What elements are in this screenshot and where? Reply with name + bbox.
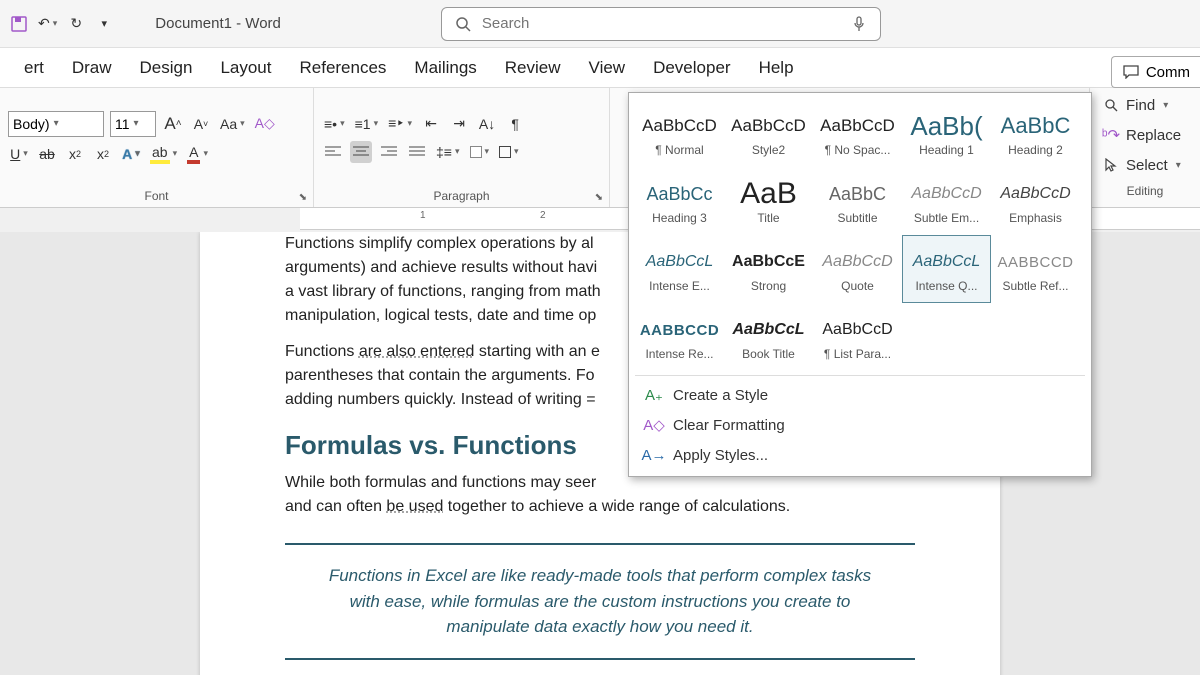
replace-icon: ᵇ↷ [1102,126,1120,144]
show-marks-button[interactable]: ¶ [504,113,526,135]
tab-layout[interactable]: Layout [206,50,285,86]
sort-button[interactable]: A↓ [476,113,498,135]
select-icon [1102,156,1120,174]
increase-indent-button[interactable]: ⇥ [448,113,470,135]
style-item-subtitle[interactable]: AaBbCSubtitle [813,167,902,235]
find-button[interactable]: Find [1102,92,1188,118]
style-item-strong[interactable]: AaBbCcEStrong [724,235,813,303]
font-size-combo[interactable]: 11 [110,111,156,137]
intense-quote[interactable]: Functions in Excel are like ready-made t… [285,543,915,660]
style-item-emphasis[interactable]: AaBbCcDEmphasis [991,167,1080,235]
styles-gallery: AaBbCcD¶ NormalAaBbCcDStyle2AaBbCcD¶ No … [628,92,1092,477]
style-item-style2[interactable]: AaBbCcDStyle2 [724,99,813,167]
borders-button[interactable] [497,141,521,163]
align-right-button[interactable] [378,141,400,163]
title-bar: ↶ ↻ ▾ Document1 - Word [0,0,1200,48]
apply-styles-icon: A→ [645,446,663,464]
style-item-no-spac-[interactable]: AaBbCcD¶ No Spac... [813,99,902,167]
style-item-intense-q-[interactable]: AaBbCcLIntense Q... [902,235,991,303]
comment-icon [1122,63,1140,81]
comments-button[interactable]: Comm [1111,56,1200,88]
justify-button[interactable] [406,141,428,163]
search-input[interactable] [482,15,840,32]
align-center-button[interactable] [350,141,372,163]
change-case-button[interactable]: Aa [218,113,247,135]
style-item-intense-re-[interactable]: AABBCCDIntense Re... [635,303,724,371]
align-left-button[interactable] [322,141,344,163]
create-style-action[interactable]: A₊Create a Style [635,380,1085,410]
tab-references[interactable]: References [285,50,400,86]
mic-icon[interactable] [850,15,868,33]
undo-button[interactable]: ↶ [36,13,59,35]
style-item-heading-2[interactable]: AaBbCHeading 2 [991,99,1080,167]
style-item-quote[interactable]: AaBbCcDQuote [813,235,902,303]
find-icon [1102,96,1120,114]
decrease-indent-button[interactable]: ⇤ [420,113,442,135]
bullets-button[interactable]: ≡• [322,113,347,135]
style-item-list-para-[interactable]: AaBbCcD¶ List Para... [813,303,902,371]
search-icon [454,15,472,33]
tab-help[interactable]: Help [745,50,808,86]
paragraph-dialog-launcher[interactable]: ⬊ [595,192,603,203]
style-item-subtle-em-[interactable]: AaBbCcDSubtle Em... [902,167,991,235]
shrink-font-button[interactable]: A˅ [190,113,212,135]
font-name-combo[interactable]: Body) [8,111,104,137]
shading-button[interactable] [468,141,492,163]
font-group-label: Font⬊ [0,187,313,207]
style-item-intense-e-[interactable]: AaBbCcLIntense E... [635,235,724,303]
multilevel-list-button[interactable]: ≡‣ [386,113,414,135]
style-item-heading-1[interactable]: AaBb(Heading 1 [902,99,991,167]
font-color-button[interactable]: A [185,143,210,165]
paragraph-group-label: Paragraph⬊ [314,187,609,207]
highlight-button[interactable]: ab [148,143,179,165]
tab-developer[interactable]: Developer [639,50,745,86]
select-button[interactable]: Select [1102,152,1188,178]
strikethrough-button[interactable]: ab [36,143,58,165]
line-spacing-button[interactable]: ‡≡ [434,141,462,163]
style-item-heading-3[interactable]: AaBbCcHeading 3 [635,167,724,235]
clear-formatting-action[interactable]: A◇Clear Formatting [635,410,1085,440]
font-dialog-launcher[interactable]: ⬊ [299,192,307,203]
search-box[interactable] [441,7,881,41]
tab-design[interactable]: Design [126,50,207,86]
create-style-icon: A₊ [645,386,663,404]
ribbon-tabs: ert Draw Design Layout References Mailin… [0,48,1200,88]
apply-styles-action[interactable]: A→Apply Styles... [635,440,1085,470]
superscript-button[interactable]: x2 [92,143,114,165]
tab-mailings[interactable]: Mailings [400,50,490,86]
style-item-normal[interactable]: AaBbCcD¶ Normal [635,99,724,167]
tab-view[interactable]: View [575,50,640,86]
grow-font-button[interactable]: A˄ [162,113,184,135]
editing-group-label: Editing [1090,182,1200,202]
style-item-title[interactable]: AaBTitle [724,167,813,235]
underline-button[interactable]: U [8,143,30,165]
qat-customize[interactable]: ▾ [93,13,115,35]
save-icon[interactable] [8,13,30,35]
document-title: Document1 - Word [155,15,281,32]
clear-format-icon: A◇ [645,416,663,434]
numbering-button[interactable]: ≡1 [353,113,381,135]
style-item-book-title[interactable]: AaBbCcLBook Title [724,303,813,371]
style-item-subtle-ref-[interactable]: AABBCCDSubtle Ref... [991,235,1080,303]
clear-format-icon[interactable]: A◇ [253,113,277,135]
redo-button[interactable]: ↻ [65,13,87,35]
replace-button[interactable]: ᵇ↷Replace [1102,122,1188,148]
body-text[interactable]: While both formulas and functions may se… [285,471,915,519]
tab-draw[interactable]: Draw [58,50,126,86]
text-effects-button[interactable]: A [120,143,142,165]
tab-review[interactable]: Review [491,50,575,86]
tab-0[interactable]: ert [10,50,58,86]
subscript-button[interactable]: x2 [64,143,86,165]
